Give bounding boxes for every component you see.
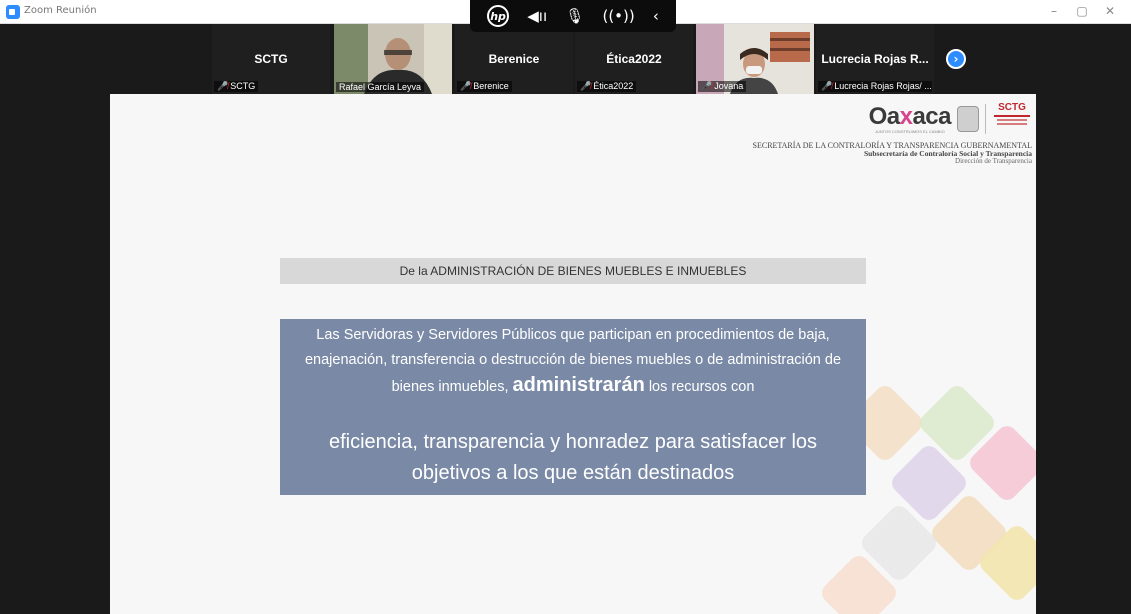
mic-muted-icon: 🎤̸ (217, 81, 229, 91)
minimize-icon[interactable]: – (1044, 4, 1064, 18)
shared-slide: Oaxaca JUNTOS CONSTRUIMOS EL CAMBIO SCTG… (110, 94, 1036, 614)
zoom-app-icon (6, 5, 20, 19)
body-highlight: eficiencia, transparencia y honradez par… (328, 431, 818, 484)
participant-name: SCTG (254, 52, 288, 66)
participant-label: 🎤̸ Lucrecia Rojas Rojas/ ... (818, 81, 932, 92)
participant-tile-etica2022[interactable]: Ética2022 🎤̸ Ética2022 (575, 24, 693, 94)
sctg-logo: SCTG (992, 102, 1032, 136)
slide-header: SECRETARÍA DE LA CONTRALORÍA Y TRANSPARE… (752, 141, 1032, 166)
participant-tile-jovana[interactable]: 🎤̸ Jovana (696, 24, 814, 94)
window-title: Zoom Reunión (24, 5, 97, 16)
participant-name: Berenice (488, 52, 540, 66)
participant-tile-sctg[interactable]: SCTG 🎤̸ SCTG (212, 24, 330, 94)
mic-muted-icon: 🎤̸ (460, 81, 472, 91)
body-emphasis: administrarán (512, 374, 645, 396)
next-participants-button[interactable]: › (946, 49, 966, 69)
hp-toolbar: hp ◀ıı 🎙 ((•)) ‹ (470, 0, 676, 32)
divider (985, 104, 986, 134)
slide-body-box: Las Servidoras y Servidores Públicos que… (280, 319, 866, 495)
speaker-icon[interactable]: ◀ıı (527, 7, 547, 25)
participant-label: 🎤̸ Berenice (457, 81, 512, 92)
hp-logo-icon: hp (487, 5, 510, 27)
participant-label: 🎤̸ Jovana (698, 81, 747, 92)
close-icon[interactable]: ✕ (1100, 4, 1120, 18)
participant-label: 🎤̸ SCTG (214, 81, 259, 92)
microphone-icon[interactable]: 🎙 (565, 7, 584, 25)
body-paragraph: Las Servidoras y Servidores Públicos que… (304, 327, 842, 396)
participant-label: 🎤̸ Ética2022 (577, 81, 637, 92)
section-title: De la ADMINISTRACIÓN DE BIENES MUEBLES E… (280, 258, 866, 284)
maximize-icon[interactable]: ▢ (1072, 4, 1092, 18)
chevron-left-icon[interactable]: ‹ (653, 7, 659, 25)
participant-name: Ética2022 (606, 52, 662, 66)
participant-tile-lucrecia[interactable]: Lucrecia Rojas R... 🎤̸ Lucrecia Rojas Roj… (816, 24, 934, 94)
oaxaca-logo: Oaxaca JUNTOS CONSTRUIMOS EL CAMBIO (868, 102, 952, 134)
chevron-right-icon: › (953, 52, 959, 66)
broadcast-icon[interactable]: ((•)) (602, 7, 634, 25)
mic-muted-icon: 🎤̸ (701, 81, 713, 91)
mic-muted-icon: 🎤̸ (580, 81, 592, 91)
mic-muted-icon: 🎤̸ (821, 81, 833, 91)
participant-tile-berenice[interactable]: Berenice 🎤̸ Berenice (455, 24, 573, 94)
participant-tile-rafael[interactable]: Rafael García Leyva (334, 24, 452, 94)
participant-name: Lucrecia Rojas R... (821, 52, 929, 66)
state-seal-icon (957, 106, 979, 132)
oaxaca-logo-group: Oaxaca JUNTOS CONSTRUIMOS EL CAMBIO SCTG (869, 98, 1032, 140)
participant-label: Rafael García Leyva (336, 82, 425, 92)
